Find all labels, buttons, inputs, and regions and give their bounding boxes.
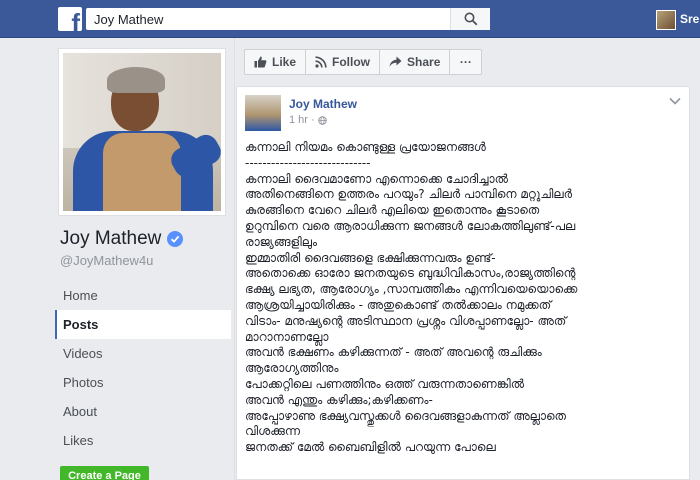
page-side-navigation: Home Posts Videos Photos About Likes bbox=[55, 281, 231, 455]
verified-badge-icon bbox=[167, 231, 184, 247]
follow-label: Follow bbox=[332, 55, 371, 69]
post-text-line: അപ്പോഴാണു ഭക്ഷ്യവസ്തുക്കൾ ദൈവങ്ങളാകുന്നത… bbox=[245, 408, 566, 423]
page-profile-picture[interactable] bbox=[58, 48, 226, 216]
nav-item-posts[interactable]: Posts bbox=[55, 310, 231, 339]
post-text-line: പോക്കറ്റിലെ പണത്തിനും ഒത്ത് വരുന്നതാണെങ്… bbox=[245, 376, 525, 391]
more-options-label: ··· bbox=[459, 55, 472, 69]
share-label: Share bbox=[407, 55, 441, 69]
nav-item-photos[interactable]: Photos bbox=[55, 368, 231, 397]
user-name-link[interactable]: Sre bbox=[680, 12, 699, 26]
like-label: Like bbox=[272, 55, 297, 69]
like-button[interactable]: Like bbox=[244, 49, 307, 75]
page-action-bar: Like Follow Share ··· bbox=[244, 49, 483, 75]
post-timestamp[interactable]: 1 hr · bbox=[289, 114, 315, 126]
nav-item-likes[interactable]: Likes bbox=[55, 426, 231, 455]
post-text-line: രാജ്യങ്ങളിലും bbox=[245, 234, 317, 249]
follow-rss-icon bbox=[315, 56, 327, 68]
page-name[interactable]: Joy Mathew bbox=[60, 228, 161, 250]
post-text-line: വിശക്കുന്ന bbox=[245, 424, 300, 439]
follow-button[interactable]: Follow bbox=[306, 49, 381, 75]
post-text-line: ജനതക്ക് മേൽ ബൈബിളിൽ പറയുന്ന പോലെ bbox=[245, 440, 496, 455]
post-text-line: മാറാനാണല്ലോ bbox=[245, 329, 329, 344]
profile-photo-image bbox=[63, 53, 221, 211]
post-text-line: കുരങ്ങിനെ വേറെ ചിലർ എലിയെ ഇതൊന്നും കൂടാത… bbox=[245, 203, 540, 218]
post-text-line: ആശ്രയിച്ചായിരിക്കും - അതുകൊണ്ട് തൽക്കാലം… bbox=[245, 297, 552, 312]
post-text-line: ഇമ്മാതിരി ദൈവങ്ങളെ ഭക്ഷിക്കുന്നവരും ഉണ്ട… bbox=[245, 250, 496, 265]
post-text-line: അവൻ ഭക്ഷണം കഴിക്കുന്നത് - അത് അവന്റെ രുച… bbox=[245, 345, 542, 360]
page-title: Joy Mathew bbox=[60, 228, 184, 250]
search-input[interactable] bbox=[86, 8, 446, 30]
search-button[interactable] bbox=[450, 8, 490, 30]
post-author-avatar[interactable] bbox=[245, 95, 281, 131]
post-text-line: കന്നാലി നിയമം കൊണ്ടുള്ള പ്രയോജനങ്ങൾ bbox=[245, 140, 486, 154]
globe-icon bbox=[318, 116, 327, 125]
nav-item-home[interactable]: Home bbox=[55, 281, 231, 310]
facebook-logo-icon[interactable]: f bbox=[58, 7, 82, 31]
post-text-line: ആരോഗ്യത്തിനും bbox=[245, 361, 339, 376]
chevron-down-icon[interactable] bbox=[669, 97, 681, 105]
post-text-line: ----------------------------- bbox=[245, 155, 371, 170]
post-text-line: അതിനെങ്ങിനെ ഉത്തരം പറയും? ചിലർ പാമ്പിനെ … bbox=[245, 187, 573, 202]
more-options-button[interactable]: ··· bbox=[450, 49, 483, 75]
post-text-line: വിടാം- മനുഷ്യന്റെ അടിസ്ഥാന പ്രശ്നം വിശപ്… bbox=[245, 313, 567, 328]
page-username[interactable]: @JoyMathew4u bbox=[60, 253, 153, 268]
share-button[interactable]: Share bbox=[380, 49, 451, 75]
post-text: കന്നാലി നിയമം കൊണ്ടുള്ള പ്രയോജനങ്ങൾ -----… bbox=[245, 140, 685, 456]
share-icon bbox=[389, 56, 402, 67]
post-text-line: അതൊക്കെ ഓരോ ജനതയുടെ ബുദ്ധിവികാസം,രാജ്യത്… bbox=[245, 266, 576, 281]
nav-item-about[interactable]: About bbox=[55, 397, 231, 426]
user-avatar[interactable] bbox=[656, 10, 676, 30]
search-icon bbox=[464, 12, 478, 26]
post-text-line: ഉറുമ്പിനെ വരെ ആരാധിക്കുന്ന ജനങ്ങൾ ലോകത്ത… bbox=[245, 218, 576, 233]
search-box bbox=[86, 8, 490, 30]
top-navigation-bar: f Sre bbox=[0, 0, 700, 38]
post-author-name[interactable]: Joy Mathew bbox=[289, 97, 357, 111]
like-icon bbox=[254, 56, 267, 68]
column-divider bbox=[234, 38, 235, 480]
nav-item-videos[interactable]: Videos bbox=[55, 339, 231, 368]
create-page-button[interactable]: Create a Page bbox=[60, 466, 149, 480]
post-text-line: ഭക്ഷ്യ ലഭ്യത, ആരോഗ്യം ,സാമ്പത്തികം എന്നി… bbox=[245, 282, 578, 297]
post-card: Joy Mathew 1 hr · കന്നാലി നിയമം കൊണ്ടുള്… bbox=[236, 86, 690, 480]
post-text-line: കന്നാലി ദൈവമാണോ എന്നൊക്കെ ചോദിച്ചാൽ bbox=[245, 171, 508, 186]
post-text-line: അവൻ എന്തും കഴിക്കും;കഴിക്കണം- bbox=[245, 392, 433, 407]
